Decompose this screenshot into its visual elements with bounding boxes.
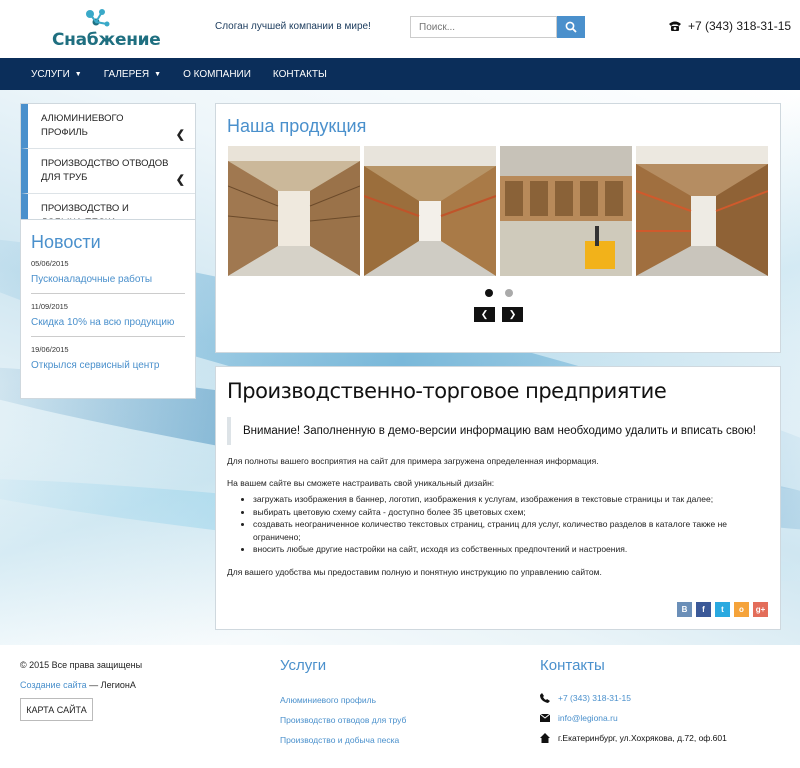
nav-item-services[interactable]: Услуги ▼ [31,69,82,80]
search-icon [565,21,577,33]
footer-address: г.Екатеринбург, ул.Хохрякова, д.72, оф.6… [540,733,727,743]
products-title: Наша продукция [227,116,367,136]
header-phone: +7 (343) 318-31-15 [668,19,791,33]
twitter-icon[interactable]: t [715,602,730,617]
odnoklassniki-icon[interactable]: о [734,602,749,617]
footer-contacts-title: Контакты [540,657,605,674]
chevron-left-icon: ❮ [480,309,489,319]
share-buttons: Вf t о g+ [677,602,768,617]
chevron-left-icon: ❮ [175,129,185,141]
home-icon [540,733,550,743]
product-photo[interactable] [636,146,768,276]
news-date: 05/06/2015 [31,259,69,268]
search-form [410,16,585,38]
paragraph: На вашем сайте вы сможете настраивать св… [227,478,495,488]
footer-service-link[interactable]: Производство и добыча песка [280,735,399,745]
copyright: © 2015 Все права защищены [20,660,143,670]
footer-email: info@legiona.ru [540,713,618,723]
search-input[interactable] [410,16,557,38]
phone-icon [669,21,681,31]
news-link[interactable]: Пусконаладочные работы [31,274,185,285]
chevron-left-icon: ❮ [175,174,185,186]
carousel-prev-button[interactable]: ❮ [474,307,495,322]
main-content: Производственно-торговое предприятие Вни… [215,366,781,630]
news-date: 11/09/2015 [31,302,68,311]
news-title: Новости [31,232,101,252]
news-item: 05/06/2015 Пусконаладочные работы [31,259,185,294]
site-header: Снабжение Слоган лучшей компании в мире!… [0,0,800,58]
phone-icon [540,693,550,703]
footer-address-text: г.Екатеринбург, ул.Хохрякова, д.72, оф.6… [558,733,727,743]
carousel-dots [485,289,513,297]
footer-email-link[interactable]: info@legiona.ru [558,713,618,723]
search-button[interactable] [557,16,585,38]
sitemap-button[interactable]: Карта сайта [20,698,93,721]
nav-item-gallery[interactable]: Галерея ▼ [104,69,161,80]
main-nav: Услуги ▼ Галерея ▼ О компании Контакты [0,58,800,90]
logo-text: Снабжение [52,30,161,50]
news-item: 19/06/2015 Открылся сервисный центр [31,345,185,379]
slogan: Слоган лучшей компании в мире! [215,21,371,32]
footer-service-link[interactable]: Производство отводов для труб [280,715,406,725]
sidebar-item-pipes[interactable]: Производство отводов для труб ❮ [21,149,195,194]
features-list: загружать изображения в баннер, логотип,… [253,493,769,556]
vk-icon[interactable]: В [677,602,692,617]
product-photo[interactable] [364,146,496,276]
news-item: 11/09/2015 Скидка 10% на всю продукцию [31,302,185,337]
facebook-icon[interactable]: f [696,602,711,617]
footer-services-title: Услуги [280,657,327,674]
site-logo[interactable]: Снабжение [52,8,161,50]
phone-number[interactable]: +7 (343) 318-31-15 [688,19,791,33]
news-block: Новости 05/06/2015 Пусконаладочные работ… [20,219,196,399]
made-by-link[interactable]: Создание сайта [20,680,87,690]
chevron-down-icon: ▼ [74,70,82,78]
product-photo[interactable] [500,146,632,276]
carousel-next-button[interactable]: ❯ [502,307,523,322]
nav-item-about[interactable]: О компании [183,69,251,80]
site-footer: © 2015 Все права защищены Создание сайта… [0,645,800,768]
mail-icon [540,714,550,722]
carousel-dot[interactable] [485,289,493,297]
chevron-right-icon: ❯ [508,309,517,319]
footer-phone: +7 (343) 318-31-15 [540,693,631,703]
page-title: Производственно-торговое предприятие [227,379,667,403]
news-link[interactable]: Скидка 10% на всю продукцию [31,317,185,328]
carousel-dot[interactable] [505,289,513,297]
made-by-author: — ЛегионА [86,680,136,690]
list-item: выбирать цветовую схему сайта - доступно… [253,506,769,519]
carousel-arrows: ❮ ❯ [474,307,523,322]
list-item: загружать изображения в баннер, логотип,… [253,493,769,506]
made-by: Создание сайта — ЛегионА [20,680,136,690]
google-plus-icon[interactable]: g+ [753,602,768,617]
nav-item-contacts[interactable]: Контакты [273,69,327,80]
products-block: Наша продукция ❮ ❯ [215,103,781,353]
paragraph: Для вашего удобства мы предоставим полну… [227,566,602,577]
logo-icon [86,9,110,27]
list-item: вносить любые другие настройки на сайт, … [253,543,769,556]
chevron-down-icon: ▼ [154,70,162,78]
paragraph: Для полноты вашего восприятия на сайт дл… [227,456,599,466]
product-photo[interactable] [228,146,360,276]
footer-phone-number[interactable]: +7 (343) 318-31-15 [558,693,631,703]
news-date: 19/06/2015 [31,345,69,354]
notice-quote: Внимание! Заполненную в демо-версии инфо… [227,417,769,445]
footer-service-link[interactable]: Алюминиевого профиль [280,695,376,705]
list-item: создавать неограниченное количество текс… [253,518,769,543]
sidebar-item-aluminum[interactable]: Алюминиевого профиль ❮ [21,104,195,149]
news-link[interactable]: Открылся сервисный центр [31,360,185,371]
